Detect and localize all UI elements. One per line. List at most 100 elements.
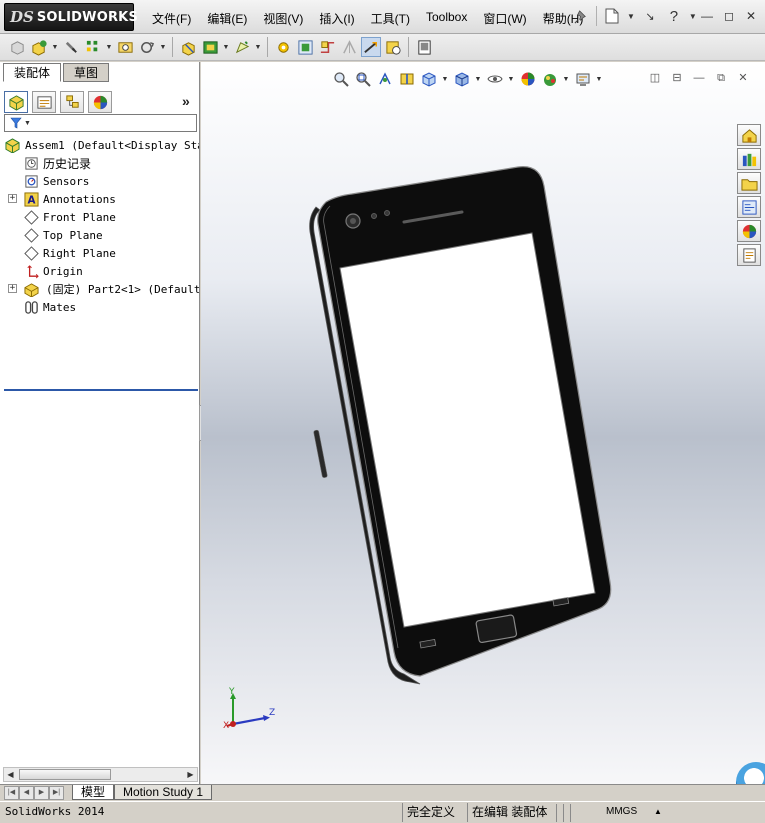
chevron-down-icon[interactable]: ▼ [222, 44, 230, 51]
heads-up-view-toolbar: ▼ ▼ ▼ ▼ ▼ [331, 70, 603, 88]
tree-filter-field[interactable]: ▼ [4, 114, 197, 132]
tree-node-mates[interactable]: Mates [0, 298, 199, 316]
scroll-left-icon[interactable]: ◀ [4, 769, 17, 781]
tree-node-front-plane[interactable]: Front Plane [0, 208, 199, 226]
split-horizontal-icon[interactable]: ⊟ [669, 70, 685, 86]
instant3d-icon[interactable] [361, 37, 381, 57]
restore-icon[interactable]: ◻ [721, 9, 737, 23]
chevron-down-icon[interactable]: ▼ [689, 12, 697, 21]
close-icon[interactable]: ✕ [735, 70, 751, 86]
scroll-thumb[interactable] [19, 769, 111, 780]
chevron-down-icon[interactable]: ▼ [627, 12, 635, 21]
last-tab-icon[interactable]: ▶| [49, 786, 64, 800]
smart-fasteners-icon[interactable] [115, 37, 135, 57]
design-library-icon[interactable] [737, 148, 761, 170]
view-orientation-icon[interactable] [419, 70, 438, 88]
chevron-down-icon[interactable]: ▼ [595, 76, 603, 83]
appearance-manager-icon[interactable] [88, 91, 112, 113]
menu-insert[interactable]: 插入(I) [311, 8, 362, 29]
edit-appearance-icon[interactable] [518, 70, 537, 88]
horizontal-scrollbar[interactable]: ◀ ▶ [3, 767, 198, 782]
component-preview-icon[interactable] [383, 37, 403, 57]
feature-manager-tree-icon[interactable] [4, 91, 28, 113]
solidworks-logo[interactable]: DS SOLIDWORKS [4, 3, 138, 31]
units-menu-icon[interactable]: ▲ [650, 803, 662, 822]
chevron-down-icon[interactable]: ▼ [105, 44, 113, 51]
status-units[interactable]: MMGS [602, 803, 637, 822]
zoom-to-fit-icon[interactable] [331, 70, 350, 88]
interference-detection-icon[interactable] [339, 37, 359, 57]
tree-node-sensors[interactable]: Sensors [0, 172, 199, 190]
next-tab-icon[interactable]: ▶ [34, 786, 49, 800]
exploded-view-icon[interactable] [295, 37, 315, 57]
chevron-down-icon[interactable]: ▼ [507, 76, 515, 83]
custom-properties-icon[interactable] [737, 244, 761, 266]
hide-show-items-icon[interactable] [485, 70, 504, 88]
tree-node-right-plane[interactable]: Right Plane [0, 244, 199, 262]
chevron-down-icon[interactable]: ▼ [562, 76, 570, 83]
phone-3d-model[interactable] [296, 162, 626, 692]
graphics-area[interactable]: ▼ ▼ ▼ ▼ ▼ ◫ ⊟ — ⧉ ✕ Y X Z [201, 62, 765, 784]
file-explorer-icon[interactable] [737, 172, 761, 194]
tab-model[interactable]: 模型 [72, 785, 115, 800]
tree-node-history[interactable]: 历史记录 [0, 154, 199, 172]
reference-geometry-icon[interactable] [232, 37, 252, 57]
large-design-review-icon[interactable] [414, 37, 434, 57]
insert-component-icon[interactable] [29, 37, 49, 57]
tab-sketch[interactable]: 草图 [63, 63, 110, 82]
menu-toolbox[interactable]: Toolbox [418, 8, 475, 29]
tree-node-annotations[interactable]: + A Annotations [0, 190, 199, 208]
menu-tools[interactable]: 工具(T) [363, 8, 418, 29]
minimize-icon[interactable]: — [691, 70, 707, 86]
restore-icon[interactable]: ⧉ [713, 70, 729, 86]
menu-file[interactable]: 文件(F) [144, 8, 199, 29]
zoom-to-area-icon[interactable] [353, 70, 372, 88]
expand-icon[interactable]: + [8, 284, 17, 293]
chevron-down-icon[interactable]: ▼ [474, 76, 482, 83]
move-component-icon[interactable] [137, 37, 157, 57]
configuration-manager-icon[interactable] [60, 91, 84, 113]
solidworks-resources-icon[interactable] [737, 124, 761, 146]
mate-icon[interactable] [61, 37, 81, 57]
tree-node-root-assembly[interactable]: Assem1 (Default<Display State-1>) [0, 136, 199, 154]
more-tabs-icon[interactable]: » [182, 93, 190, 109]
tab-assembly[interactable]: 装配体 [3, 63, 62, 82]
chevron-down-icon[interactable]: ▼ [51, 44, 59, 51]
assembly-components-icon[interactable] [7, 37, 27, 57]
close-icon[interactable]: ✕ [743, 9, 759, 23]
split-vertical-icon[interactable]: ◫ [647, 70, 663, 86]
new-document-icon[interactable] [603, 6, 621, 26]
scroll-right-icon[interactable]: ▶ [184, 769, 197, 781]
bill-of-materials-icon[interactable] [273, 37, 293, 57]
tree-rollback-bar[interactable] [4, 389, 198, 391]
explode-line-sketch-icon[interactable] [317, 37, 337, 57]
display-style-icon[interactable] [452, 70, 471, 88]
section-view-icon[interactable] [397, 70, 416, 88]
chevron-down-icon[interactable]: ▼ [441, 76, 449, 83]
menu-view[interactable]: 视图(V) [255, 8, 311, 29]
arrow-up-right-icon[interactable]: ↘ [641, 6, 659, 26]
apply-scene-icon[interactable] [540, 70, 559, 88]
view-settings-icon[interactable] [573, 70, 592, 88]
chevron-down-icon[interactable]: ▼ [159, 44, 167, 51]
first-tab-icon[interactable]: |◀ [4, 786, 19, 800]
previous-tab-icon[interactable]: ◀ [19, 786, 34, 800]
show-hidden-components-icon[interactable] [178, 37, 198, 57]
assembly-features-icon[interactable] [200, 37, 220, 57]
previous-view-icon[interactable] [375, 70, 394, 88]
tree-node-origin[interactable]: Origin [0, 262, 199, 280]
tab-motion-study[interactable]: Motion Study 1 [114, 785, 213, 800]
tree-node-part[interactable]: + (固定) Part2<1> (Default<<Default>_Displ… [0, 280, 199, 298]
property-manager-icon[interactable] [32, 91, 56, 113]
minimize-icon[interactable]: — [699, 9, 715, 23]
help-question-icon[interactable]: ? [665, 6, 683, 26]
appearances-scenes-icon[interactable] [737, 220, 761, 242]
chevron-down-icon[interactable]: ▼ [254, 44, 262, 51]
expand-icon[interactable]: + [8, 194, 17, 203]
tree-node-top-plane[interactable]: Top Plane [0, 226, 199, 244]
menu-window[interactable]: 窗口(W) [475, 8, 534, 29]
linear-pattern-icon[interactable] [83, 37, 103, 57]
menu-edit[interactable]: 编辑(E) [199, 8, 255, 29]
view-palette-icon[interactable] [737, 196, 761, 218]
pin-icon[interactable] [572, 6, 590, 26]
